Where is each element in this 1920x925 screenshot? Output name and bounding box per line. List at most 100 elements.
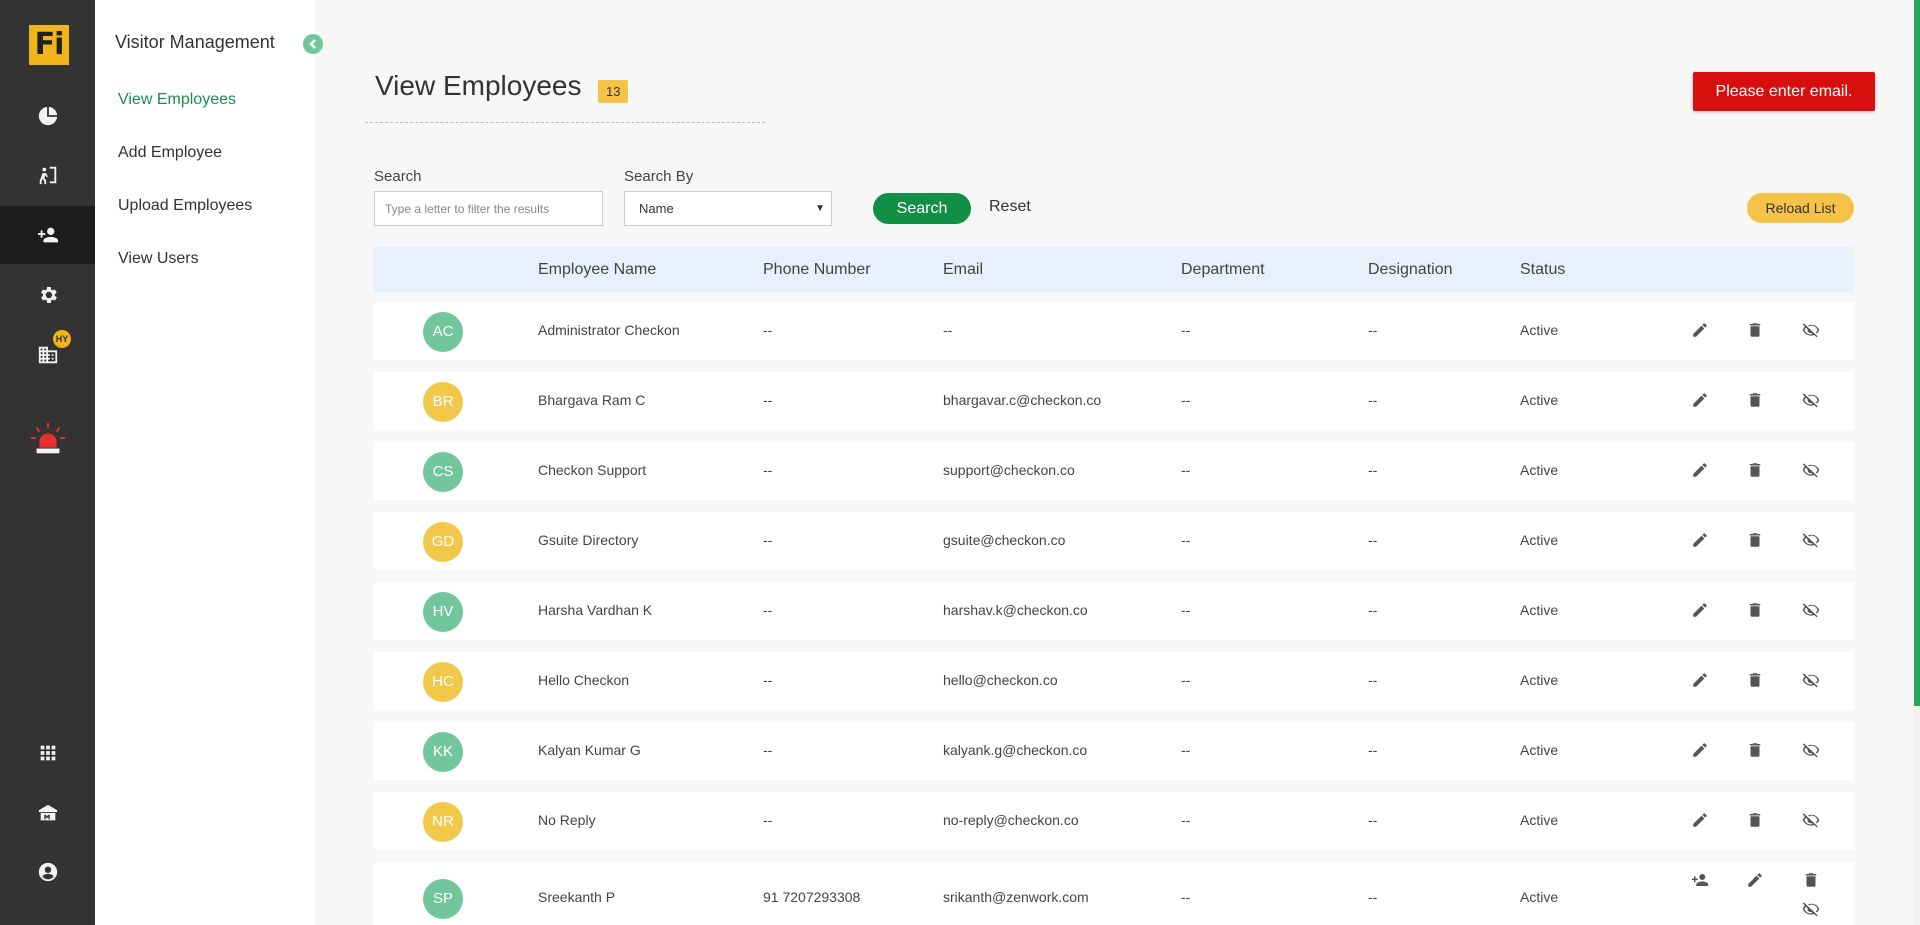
- collapse-sidebar-button[interactable]: [303, 34, 323, 54]
- department: --: [1181, 532, 1191, 548]
- delete-icon[interactable]: [1745, 810, 1765, 830]
- table-row: SP Sreekanth P 91 7207293308 srikanth@zenwo…: [374, 862, 1854, 925]
- subnav-item-view-users[interactable]: View Users: [118, 250, 199, 268]
- hide-icon[interactable]: [1801, 899, 1821, 919]
- employee-name: Checkon Support: [538, 462, 647, 478]
- email: support@checkon.co: [943, 462, 1075, 478]
- phone-number: --: [763, 392, 773, 408]
- avatar: SP: [423, 879, 463, 919]
- employee-name: Gsuite Directory: [538, 532, 639, 548]
- alarm-icon[interactable]: [0, 410, 95, 470]
- edit-icon[interactable]: [1690, 670, 1710, 690]
- add-user-icon[interactable]: [1690, 870, 1710, 890]
- designation: --: [1368, 812, 1378, 828]
- email: bhargavar.c@checkon.co: [943, 392, 1102, 408]
- edit-icon[interactable]: [1690, 320, 1710, 340]
- column-header-designation: Designation: [1368, 261, 1453, 278]
- column-header-phone: Phone Number: [763, 261, 871, 278]
- search-by-select[interactable]: Name ▼: [624, 191, 832, 226]
- email: gsuite@checkon.co: [943, 532, 1066, 548]
- delete-icon[interactable]: [1745, 460, 1765, 480]
- hide-icon[interactable]: [1801, 390, 1821, 410]
- edit-icon[interactable]: [1745, 870, 1765, 890]
- account-icon[interactable]: [0, 843, 95, 901]
- avatar: NR: [423, 802, 463, 842]
- search-button[interactable]: Search: [873, 193, 971, 224]
- phone-number: 91 7207293308: [763, 889, 861, 905]
- designation: --: [1368, 532, 1378, 548]
- hide-icon[interactable]: [1801, 600, 1821, 620]
- employee-name: Sreekanth P: [538, 889, 616, 905]
- status: Active: [1520, 812, 1559, 828]
- delete-icon[interactable]: [1745, 530, 1765, 550]
- visitor-entry-icon[interactable]: [0, 146, 95, 204]
- subnav-item-view-employees[interactable]: View Employees: [118, 91, 236, 109]
- edit-icon[interactable]: [1690, 530, 1710, 550]
- delete-icon[interactable]: [1801, 870, 1821, 890]
- phone-number: --: [763, 532, 773, 548]
- edit-icon[interactable]: [1690, 810, 1710, 830]
- reset-button[interactable]: Reset: [989, 198, 1031, 216]
- apps-grid-icon[interactable]: [0, 724, 95, 782]
- table-row: CS Checkon Support -- support@checkon.co -- -…: [374, 442, 1854, 500]
- table-row: NR No Reply -- no-reply@checkon.co -- -- Activ…: [374, 792, 1854, 850]
- table-header: Employee Name Phone Number Email Departm…: [374, 247, 1854, 292]
- table-row: HC Hello Checkon -- hello@checkon.co -- -- Act…: [374, 652, 1854, 710]
- delete-icon[interactable]: [1745, 600, 1765, 620]
- column-header-name: Employee Name: [538, 261, 657, 278]
- phone-number: --: [763, 462, 773, 478]
- phone-number: --: [763, 742, 773, 758]
- gear-icon[interactable]: [0, 266, 95, 324]
- designation: --: [1368, 322, 1378, 338]
- app-logo[interactable]: Fi: [29, 25, 69, 65]
- hide-icon[interactable]: [1801, 530, 1821, 550]
- column-header-status: Status: [1520, 261, 1566, 278]
- home-office-icon[interactable]: [0, 784, 95, 842]
- subnav-item-upload-employees[interactable]: Upload Employees: [118, 197, 252, 215]
- phone-number: --: [763, 322, 773, 338]
- hide-icon[interactable]: [1801, 740, 1821, 760]
- department: --: [1181, 392, 1191, 408]
- delete-icon[interactable]: [1745, 390, 1765, 410]
- department: --: [1181, 672, 1191, 688]
- search-input[interactable]: [374, 191, 603, 226]
- table-row: BR Bhargava Ram C -- bhargavar.c@checkon.co…: [374, 372, 1854, 430]
- add-user-icon[interactable]: [0, 206, 95, 264]
- scrollbar-thumb[interactable]: [1914, 0, 1920, 706]
- caret-down-icon: ▼: [815, 203, 825, 214]
- edit-icon[interactable]: [1690, 390, 1710, 410]
- search-label: Search: [374, 168, 422, 185]
- status: Active: [1520, 602, 1559, 618]
- app-root: Fi HY Visitor Management View Employees …: [0, 0, 1920, 925]
- status: Active: [1520, 322, 1559, 338]
- subnav-item-add-employee[interactable]: Add Employee: [118, 144, 222, 162]
- employee-name: Harsha Vardhan K: [538, 602, 653, 618]
- avatar: BR: [423, 382, 463, 422]
- title-divider: [365, 122, 765, 123]
- search-by-label: Search By: [624, 168, 694, 185]
- hide-icon[interactable]: [1801, 460, 1821, 480]
- employee-name: Administrator Checkon: [538, 322, 680, 338]
- designation: --: [1368, 602, 1378, 618]
- building-icon[interactable]: [0, 326, 95, 384]
- sub-navigation: Visitor Management View Employees Add Em…: [95, 0, 315, 925]
- edit-icon[interactable]: [1690, 600, 1710, 620]
- delete-icon[interactable]: [1745, 740, 1765, 760]
- error-alert: Please enter email.: [1693, 72, 1875, 111]
- avatar: CS: [423, 452, 463, 492]
- hide-icon[interactable]: [1801, 810, 1821, 830]
- edit-icon[interactable]: [1690, 460, 1710, 480]
- edit-icon[interactable]: [1690, 740, 1710, 760]
- phone-number: --: [763, 672, 773, 688]
- delete-icon[interactable]: [1745, 670, 1765, 690]
- email: no-reply@checkon.co: [943, 812, 1079, 828]
- hide-icon[interactable]: [1801, 320, 1821, 340]
- reload-list-button[interactable]: Reload List: [1747, 193, 1854, 223]
- email: harshav.k@checkon.co: [943, 602, 1088, 618]
- scrollbar-track[interactable]: [1914, 0, 1920, 925]
- delete-icon[interactable]: [1745, 320, 1765, 340]
- status: Active: [1520, 462, 1559, 478]
- designation: --: [1368, 742, 1378, 758]
- dashboard-pie-icon[interactable]: [0, 87, 95, 145]
- hide-icon[interactable]: [1801, 670, 1821, 690]
